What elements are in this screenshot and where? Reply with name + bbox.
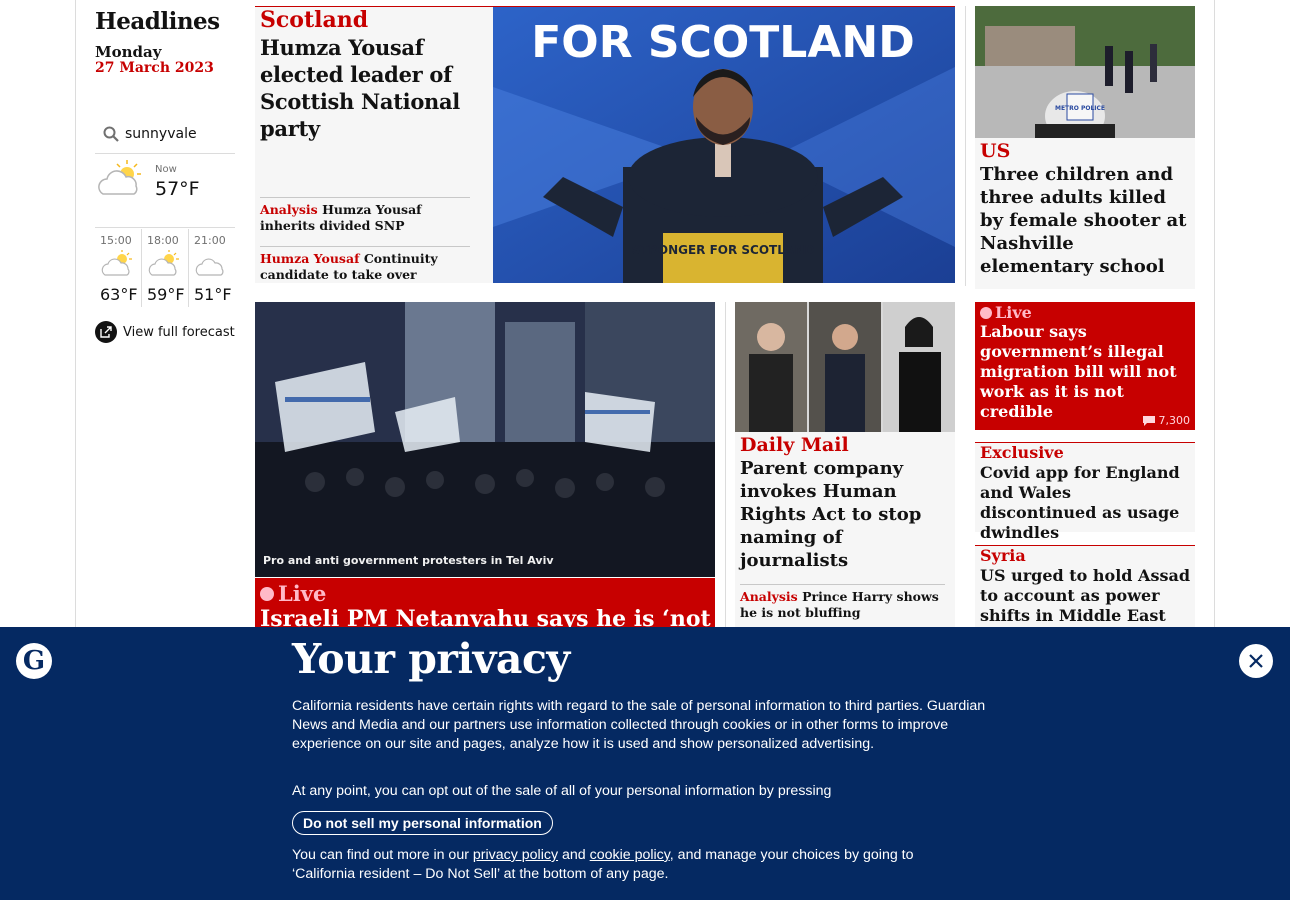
forecast-item: 18:00 59°F	[142, 229, 189, 307]
forecast-item: 15:00 63°F	[95, 229, 142, 307]
forecast-temp: 63°F	[100, 285, 138, 304]
day-label: Monday	[95, 43, 162, 61]
sublink[interactable]: Analysis Humza Yousaf inherits divided S…	[260, 197, 470, 234]
story-image[interactable]	[255, 302, 715, 577]
now-temperature: 57°F	[155, 178, 200, 200]
comment-count[interactable]: 7,300	[1142, 414, 1191, 427]
full-forecast-link[interactable]: View full forecast	[95, 321, 235, 343]
story-image[interactable]: FOR SCOTLAND STRONGER FOR SCOTLAND	[493, 7, 955, 283]
us-story-card[interactable]: METRO POLICE US Three children and three…	[975, 6, 1195, 289]
sublink-kicker: Humza Yousaf	[260, 251, 360, 266]
full-forecast-label: View full forecast	[123, 324, 235, 340]
close-icon	[1249, 654, 1263, 668]
cookie-policy-link[interactable]: cookie policy	[590, 847, 670, 863]
guardian-logo-icon: G	[16, 643, 52, 679]
section-title: Headlines	[95, 8, 220, 35]
police-text: METRO POLICE	[1055, 105, 1105, 112]
search-input[interactable]: sunnyvale	[125, 126, 197, 142]
and-text: and	[562, 847, 586, 863]
story-headline[interactable]: Parent company invokes Human Rights Act …	[740, 457, 952, 572]
privacy-more-text: You can find out more in our privacy pol…	[292, 846, 972, 884]
story-headline[interactable]: US urged to hold Assad to account as pow…	[980, 566, 1192, 626]
privacy-body: California residents have certain rights…	[292, 698, 986, 752]
story-headline[interactable]: Covid app for England and Wales disconti…	[980, 463, 1192, 543]
forecast-time: 15:00	[100, 234, 132, 247]
date-label: 27 March 2023	[95, 60, 214, 76]
syria-story-card[interactable]: Syria US urged to hold Assad to account …	[975, 545, 1195, 630]
external-link-icon	[95, 321, 117, 343]
more-prefix: You can find out more in our	[292, 847, 469, 863]
cloud-icon	[195, 258, 224, 276]
live-text: Live	[278, 581, 327, 606]
story-headline[interactable]: Three children and three adults killed b…	[980, 163, 1190, 278]
live-text: Live	[995, 303, 1032, 322]
comment-icon	[1142, 415, 1155, 426]
story-kicker: Syria	[980, 546, 1026, 565]
forecast-temp: 59°F	[147, 285, 185, 304]
mail-story-card[interactable]: Daily Mail Parent company invokes Human …	[735, 302, 955, 632]
forecast-time: 21:00	[194, 234, 226, 247]
sun-cloud-icon	[148, 250, 179, 276]
sublink-kicker: Analysis	[740, 589, 798, 604]
privacy-banner: G Your privacy California residents have…	[0, 627, 1290, 900]
close-button[interactable]	[1239, 644, 1273, 678]
story-sublinks: Analysis Humza Yousaf inherits divided S…	[260, 197, 485, 295]
podium-text: STRONGER FOR SCOTLAND	[632, 243, 814, 257]
banner-text: FOR SCOTLAND	[531, 17, 915, 68]
privacy-optout-text: At any point, you can opt out of the sal…	[292, 783, 832, 799]
search-icon	[103, 126, 119, 142]
now-label: Now	[155, 164, 177, 175]
forecast-temp: 51°F	[194, 285, 232, 304]
weather-location-search[interactable]: sunnyvale	[95, 118, 235, 154]
current-weather: Now 57°F	[95, 158, 235, 228]
do-not-sell-button[interactable]: Do not sell my personal information	[292, 811, 553, 835]
israel-story-card[interactable]: Pro and anti government protesters in Te…	[255, 302, 715, 638]
labour-story-card[interactable]: Live Labour says government’s illegal mi…	[975, 302, 1195, 430]
story-kicker: Exclusive	[980, 443, 1064, 462]
image-caption: Pro and anti government protesters in Te…	[263, 554, 554, 567]
story-image[interactable]	[735, 302, 955, 432]
sublink-kicker: Analysis	[260, 202, 318, 217]
privacy-title: Your privacy	[292, 635, 570, 683]
comment-count-value: 7,300	[1158, 414, 1191, 427]
forecast-item: 21:00 51°F	[189, 229, 235, 307]
sublink[interactable]: Analysis Prince Harry shows he is not bl…	[740, 584, 945, 621]
divider	[965, 6, 966, 286]
story-kicker: US	[980, 140, 1011, 162]
hourly-forecast: 15:00 63°F 18:00 59°F 21:00 51°F	[95, 229, 235, 307]
sun-cloud-icon	[101, 250, 132, 276]
sublink[interactable]: Humza Yousaf Continuity candidate to tak…	[260, 246, 470, 283]
forecast-time: 18:00	[147, 234, 179, 247]
story-kicker: Scotland	[260, 7, 369, 33]
divider	[725, 302, 726, 632]
story-headline[interactable]: Humza Yousaf elected leader of Scottish …	[260, 34, 485, 142]
sun-cloud-icon	[98, 160, 141, 195]
story-kicker: Daily Mail	[740, 434, 849, 456]
covid-story-card[interactable]: Exclusive Covid app for England and Wale…	[975, 442, 1195, 542]
live-dot-icon	[260, 586, 274, 601]
live-label: Live	[980, 303, 1032, 322]
privacy-policy-link[interactable]: privacy policy	[473, 847, 558, 863]
live-dot-icon	[980, 306, 992, 319]
story-image[interactable]: METRO POLICE	[975, 6, 1195, 138]
story-headline[interactable]: Labour says government’s illegal migrati…	[980, 322, 1192, 422]
main-story-card[interactable]: Scotland Humza Yousaf elected leader of …	[255, 6, 955, 283]
live-label: Live	[260, 581, 326, 606]
